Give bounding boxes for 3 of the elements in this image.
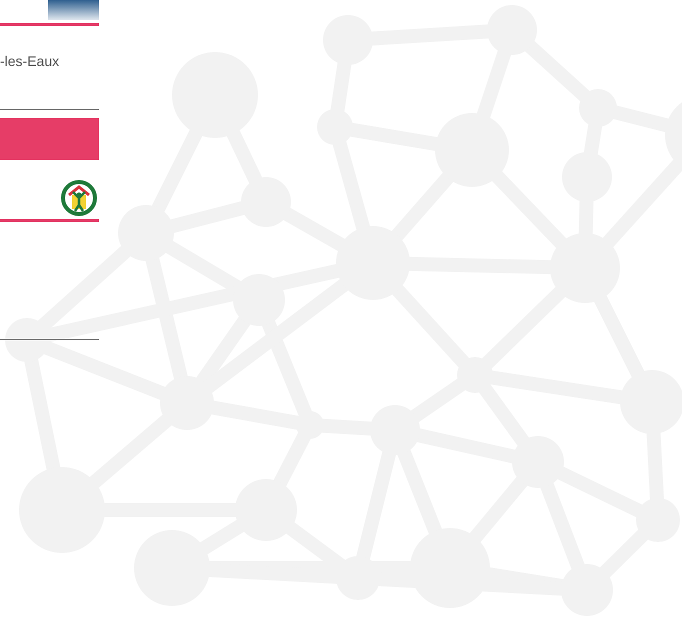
location-text: -les-Eaux	[0, 52, 60, 70]
photo-placeholder	[48, 0, 99, 20]
gites-logo-icon	[59, 180, 99, 216]
